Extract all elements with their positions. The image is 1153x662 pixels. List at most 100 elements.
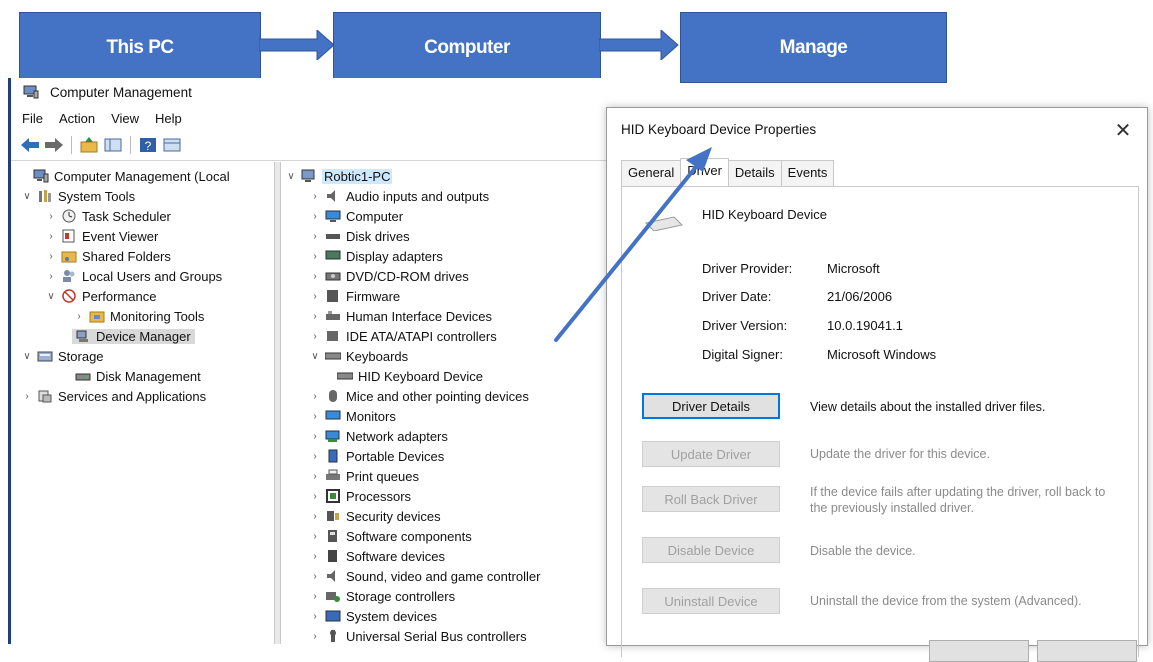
tree-item-performance[interactable]: ∨ Performance [16, 286, 274, 306]
chevron-right-icon[interactable]: › [308, 391, 322, 402]
tree-item-device-manager[interactable]: Device Manager [16, 326, 274, 346]
cm-titlebar: Computer Management [20, 82, 192, 102]
chevron-right-icon[interactable]: › [72, 311, 86, 322]
back-arrow-icon[interactable] [20, 135, 40, 155]
ok-button[interactable] [929, 640, 1029, 662]
chevron-right-icon[interactable]: › [44, 251, 58, 262]
chevron-right-icon[interactable]: › [308, 571, 322, 582]
tree-item-local-users-groups[interactable]: › Local Users and Groups [16, 266, 274, 286]
chevron-down-icon[interactable]: ∨ [284, 171, 298, 182]
tree-item-computer-management[interactable]: Computer Management (Local [16, 166, 274, 186]
help-icon[interactable]: ? [138, 135, 158, 155]
system-device-icon [325, 609, 341, 623]
chevron-right-icon[interactable]: › [308, 511, 322, 522]
chevron-right-icon[interactable]: › [44, 231, 58, 242]
selected-highlight: Device Manager [72, 328, 195, 344]
pane-splitter[interactable] [274, 162, 281, 644]
chevron-right-icon[interactable]: › [308, 211, 322, 222]
uninstall-device-button[interactable]: Uninstall Device [642, 588, 780, 614]
device-category[interactable]: › Portable Devices [284, 446, 614, 466]
chevron-right-icon[interactable]: › [308, 231, 322, 242]
chevron-right-icon[interactable]: › [44, 271, 58, 282]
chevron-right-icon[interactable]: › [308, 611, 322, 622]
device-category[interactable]: › DVD/CD-ROM drives [284, 266, 614, 286]
tree-item-system-tools[interactable]: ∨ System Tools [16, 186, 274, 206]
device-category[interactable]: › IDE ATA/ATAPI controllers [284, 326, 614, 346]
chevron-right-icon[interactable]: › [308, 191, 322, 202]
chevron-right-icon[interactable]: › [308, 451, 322, 462]
cancel-button[interactable] [1037, 640, 1137, 662]
tree-item-monitoring-tools[interactable]: › Monitoring Tools [16, 306, 274, 326]
chevron-down-icon[interactable]: ∨ [20, 351, 34, 362]
device-category[interactable]: › System devices [284, 606, 614, 626]
device-category[interactable]: › Human Interface Devices [284, 306, 614, 326]
tab-details[interactable]: Details [727, 160, 782, 187]
chevron-right-icon[interactable]: › [308, 431, 322, 442]
tree-item-event-viewer[interactable]: › Event Viewer [16, 226, 274, 246]
tree-item-services-applications[interactable]: › Services and Applications [16, 386, 274, 406]
menu-file[interactable]: File [22, 111, 43, 126]
device-category-keyboards[interactable]: ∨ Keyboards [284, 346, 614, 366]
device-category[interactable]: › Software devices [284, 546, 614, 566]
chevron-right-icon[interactable]: › [308, 471, 322, 482]
tree-item-shared-folders[interactable]: › Shared Folders [16, 246, 274, 266]
tree-item-disk-management[interactable]: Disk Management [16, 366, 274, 386]
menu-view[interactable]: View [111, 111, 139, 126]
device-category[interactable]: › Network adapters [284, 426, 614, 446]
device-category[interactable]: › Storage controllers [284, 586, 614, 606]
chevron-right-icon[interactable]: › [308, 271, 322, 282]
device-category[interactable]: › Firmware [284, 286, 614, 306]
tree-item-label: Performance [82, 288, 157, 304]
device-category[interactable]: › Audio inputs and outputs [284, 186, 614, 206]
device-category[interactable]: › Display adapters [284, 246, 614, 266]
chevron-right-icon[interactable]: › [308, 411, 322, 422]
chevron-down-icon[interactable]: ∨ [308, 351, 322, 362]
chevron-right-icon[interactable]: › [308, 531, 322, 542]
chevron-right-icon[interactable]: › [308, 631, 322, 642]
device-category[interactable]: › Monitors [284, 406, 614, 426]
device-category[interactable]: › Print queues [284, 466, 614, 486]
tree-item-task-scheduler[interactable]: › Task Scheduler [16, 206, 274, 226]
chevron-right-icon[interactable]: › [308, 491, 322, 502]
update-driver-button[interactable]: Update Driver [642, 441, 780, 467]
up-folder-icon[interactable] [79, 135, 99, 155]
tab-general[interactable]: General [621, 160, 682, 187]
chevron-right-icon[interactable]: › [308, 551, 322, 562]
device-category[interactable]: › Universal Serial Bus controllers [284, 626, 614, 644]
device-category[interactable]: › Sound, video and game controller [284, 566, 614, 586]
roll-back-driver-button[interactable]: Roll Back Driver [642, 486, 780, 512]
menu-help[interactable]: Help [155, 111, 182, 126]
forward-arrow-icon[interactable] [44, 135, 64, 155]
chevron-right-icon[interactable]: › [308, 311, 322, 322]
menu-action[interactable]: Action [59, 111, 95, 126]
chevron-right-icon[interactable]: › [20, 391, 34, 402]
chevron-right-icon[interactable]: › [308, 591, 322, 602]
chevron-down-icon[interactable]: ∨ [20, 191, 34, 202]
roll-back-driver-description: If the device fails after updating the d… [810, 485, 1106, 515]
chevron-right-icon[interactable]: › [308, 331, 322, 342]
properties-view-icon[interactable] [162, 135, 182, 155]
chevron-down-icon[interactable]: ∨ [44, 291, 58, 302]
tab-driver[interactable]: Driver [680, 158, 729, 185]
device-category[interactable]: › Computer [284, 206, 614, 226]
tree-item-storage[interactable]: ∨ Storage [16, 346, 274, 366]
device-category[interactable]: › Security devices [284, 506, 614, 526]
device-tree-root[interactable]: ∨ Robtic1-PC [284, 166, 614, 186]
driver-details-button[interactable]: Driver Details [642, 393, 780, 419]
hid-icon [325, 309, 341, 323]
chevron-right-icon[interactable]: › [44, 211, 58, 222]
tools-icon [37, 189, 53, 203]
device-category[interactable]: › Software components [284, 526, 614, 546]
close-icon[interactable]: ✕ [1113, 118, 1133, 143]
tab-events[interactable]: Events [780, 160, 835, 187]
chevron-right-icon[interactable]: › [308, 291, 322, 302]
device-category[interactable]: › Mice and other pointing devices [284, 386, 614, 406]
device-category[interactable]: › Processors [284, 486, 614, 506]
disable-device-button[interactable]: Disable Device [642, 537, 780, 563]
device-item-hid-keyboard[interactable]: HID Keyboard Device [284, 366, 614, 386]
dialog-title: HID Keyboard Device Properties [621, 122, 817, 137]
show-hide-tree-icon[interactable] [103, 135, 123, 155]
device-category[interactable]: › Disk drives [284, 226, 614, 246]
speaker-icon [325, 189, 341, 203]
chevron-right-icon[interactable]: › [308, 251, 322, 262]
